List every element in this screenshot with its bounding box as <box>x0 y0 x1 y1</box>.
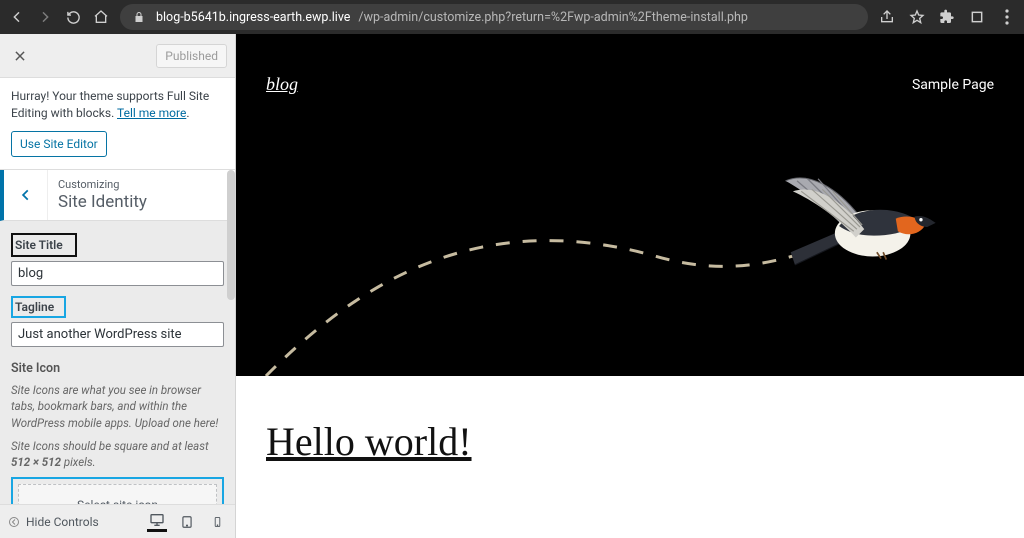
section-header: Customizing Site Identity <box>0 170 235 221</box>
reload-icon[interactable] <box>64 8 82 26</box>
use-site-editor-button[interactable]: Use Site Editor <box>11 131 107 157</box>
preview-pane: blog Sample Page <box>236 34 1024 538</box>
back-icon[interactable] <box>8 8 26 26</box>
section-title-block: Customizing Site Identity <box>48 170 157 220</box>
post-area: Hello world! <box>236 376 1024 465</box>
forward-icon[interactable] <box>36 8 54 26</box>
home-icon[interactable] <box>92 8 110 26</box>
site-logo-text[interactable]: blog <box>266 74 298 95</box>
sidebar-top-bar: Published <box>0 34 235 78</box>
section-title: Site Identity <box>58 192 147 212</box>
fse-notice: Hurray! Your theme supports Full Site Ed… <box>0 78 235 170</box>
close-icon[interactable] <box>8 44 32 68</box>
extensions-icon[interactable] <box>938 8 956 26</box>
hide-controls-label: Hide Controls <box>26 515 99 529</box>
site-icon-desc-2: Site Icons should be square and at least… <box>11 438 224 471</box>
menu-icon[interactable] <box>998 8 1016 26</box>
publish-button[interactable]: Published <box>156 44 227 68</box>
lock-icon <box>130 8 148 26</box>
tagline-input[interactable] <box>11 322 224 347</box>
sidebar-scrollbar[interactable] <box>227 78 235 504</box>
window-icon[interactable] <box>968 8 986 26</box>
browser-chrome: blog-b5641b.ingress-earth.ewp.live /wp-a… <box>0 0 1024 34</box>
site-title-input[interactable] <box>11 261 224 286</box>
customizer-sidebar: Published Hurray! Your theme supports Fu… <box>0 34 236 538</box>
select-site-icon-button[interactable]: Select site icon <box>18 484 217 504</box>
tablet-preview-icon[interactable] <box>177 512 197 532</box>
bird-illustration <box>780 168 938 284</box>
address-bar[interactable]: blog-b5641b.ingress-earth.ewp.live /wp-a… <box>120 4 868 30</box>
nav-sample-page[interactable]: Sample Page <box>912 77 994 93</box>
app-root: Published Hurray! Your theme supports Fu… <box>0 34 1024 538</box>
tagline-label: Tagline <box>11 296 66 318</box>
tell-me-more-link[interactable]: Tell me more <box>117 106 186 120</box>
site-icon-desc-1: Site Icons are what you see in browser t… <box>11 382 224 432</box>
post-title[interactable]: Hello world! <box>266 418 994 465</box>
site-icon-heading: Site Icon <box>11 361 224 376</box>
chrome-right-controls <box>878 8 1016 26</box>
site-title-label: Site Title <box>11 233 77 257</box>
sidebar-scrollbar-thumb[interactable] <box>227 170 235 300</box>
hero-section: blog Sample Page <box>236 34 1024 376</box>
mobile-preview-icon[interactable] <box>207 512 227 532</box>
select-site-icon-highlight: Select site icon <box>11 477 224 504</box>
share-icon[interactable] <box>878 8 896 26</box>
desktop-preview-icon[interactable] <box>147 512 167 532</box>
sidebar-body: Site Title Tagline Site Icon Site Icons … <box>0 221 235 504</box>
sidebar-footer: Hide Controls <box>0 504 235 538</box>
url-path: /wp-admin/customize.php?return=%2Fwp-adm… <box>358 10 748 25</box>
section-pretitle: Customizing <box>58 178 147 191</box>
hero-header: blog Sample Page <box>236 34 1024 95</box>
back-button[interactable] <box>4 170 48 220</box>
hide-controls-button[interactable]: Hide Controls <box>8 515 99 529</box>
url-host: blog-b5641b.ingress-earth.ewp.live <box>156 10 350 25</box>
star-icon[interactable] <box>908 8 926 26</box>
